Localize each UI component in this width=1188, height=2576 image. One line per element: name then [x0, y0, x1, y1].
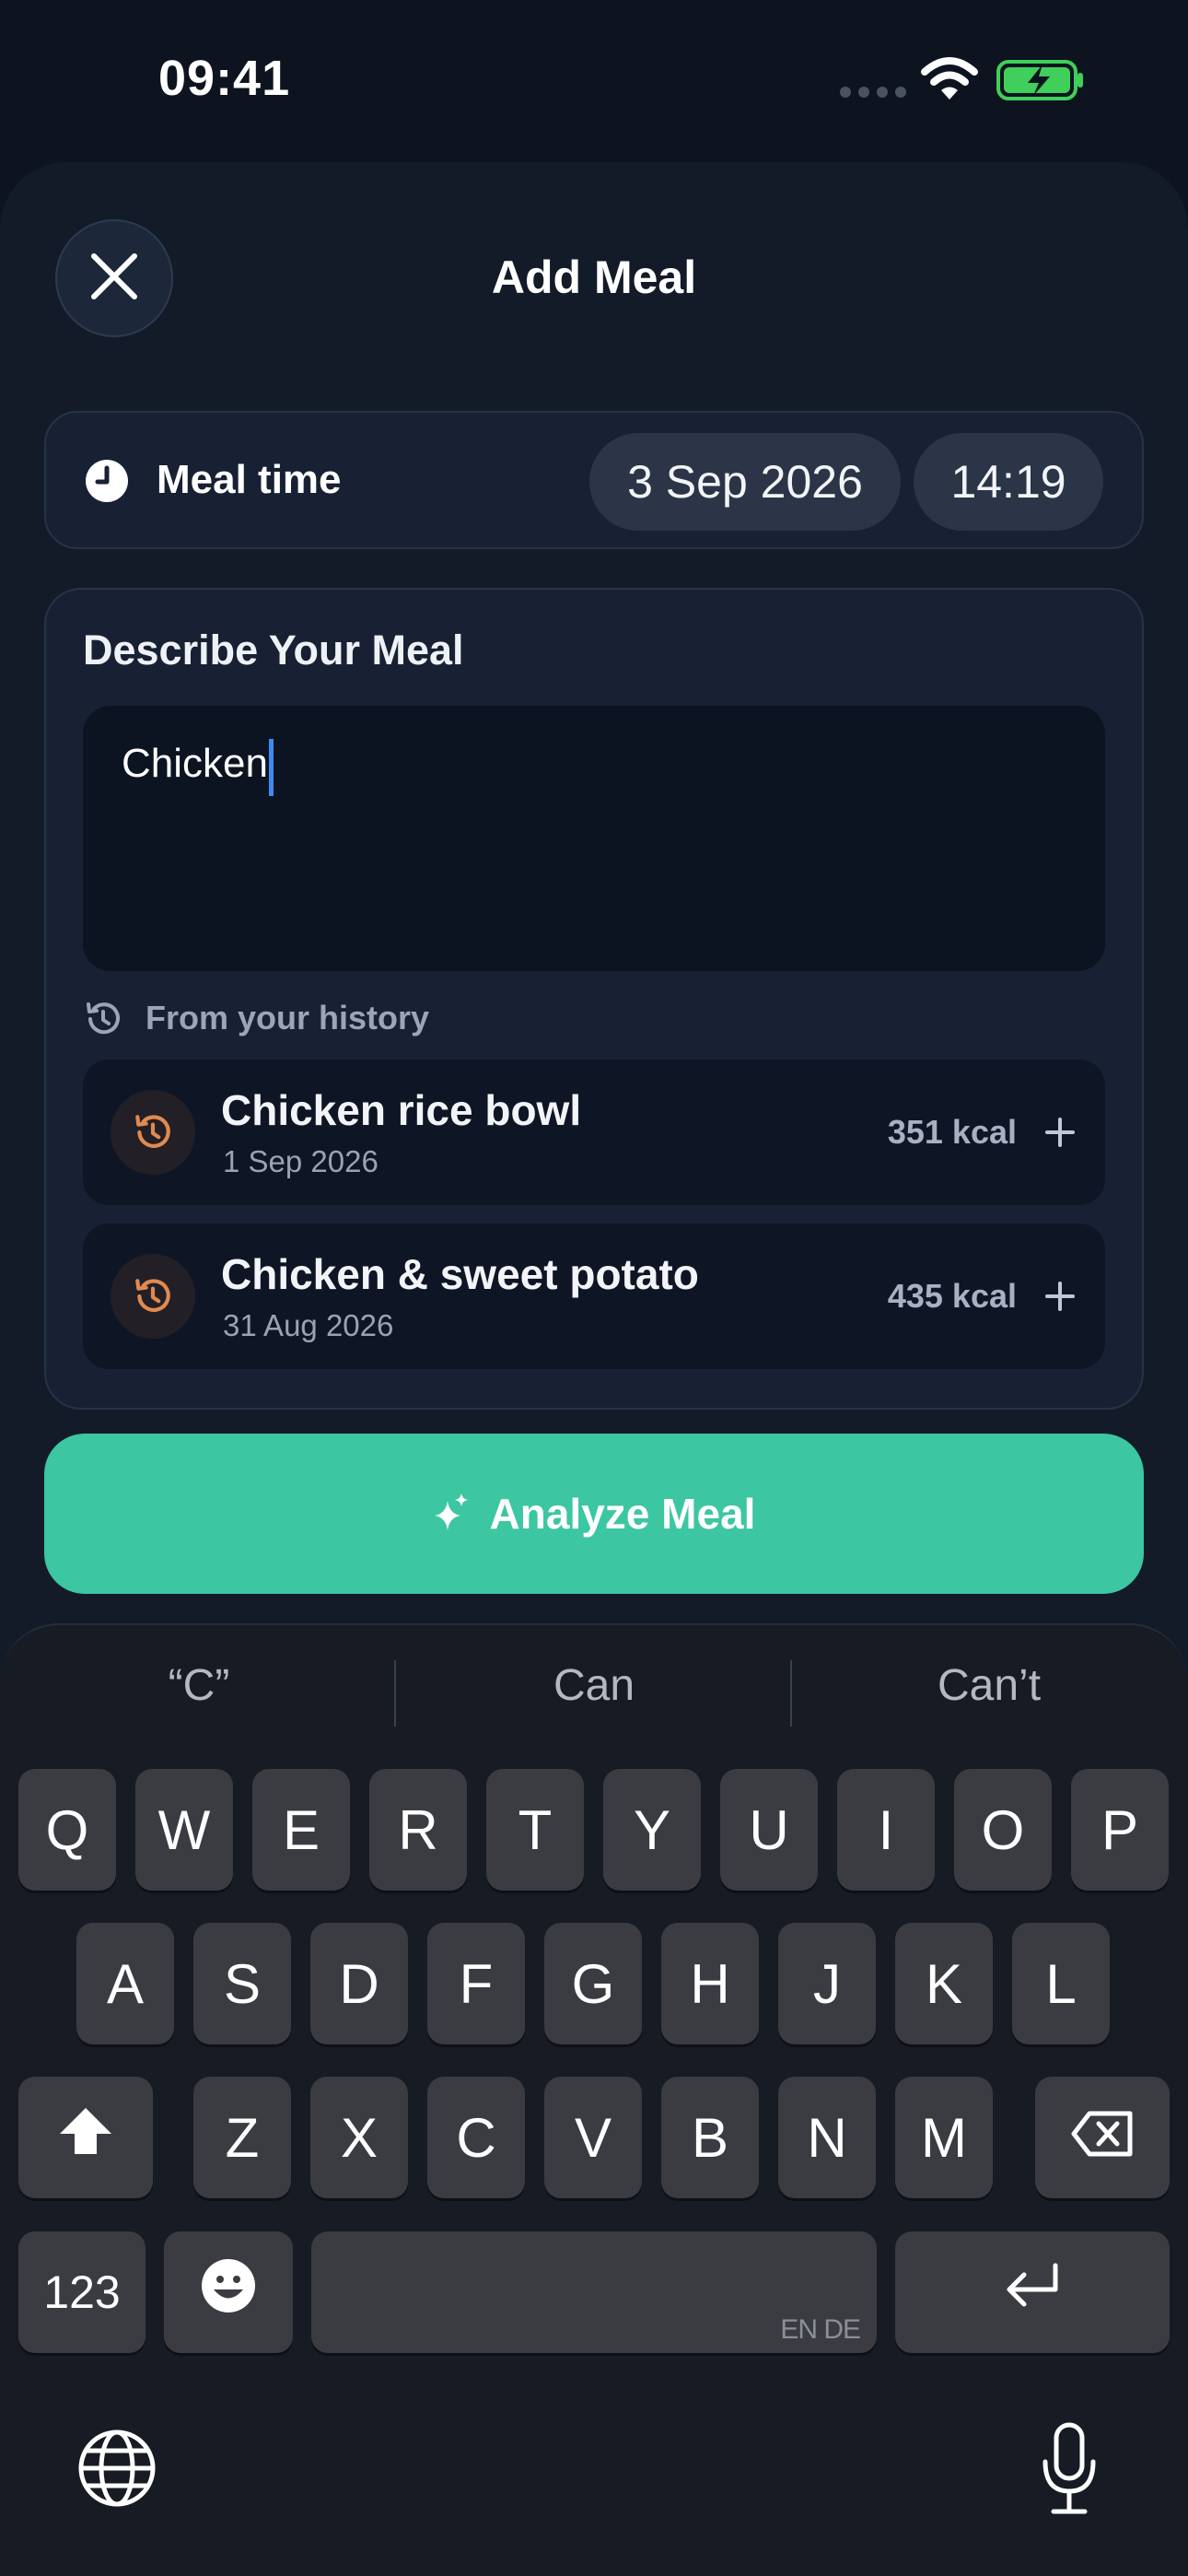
- space-key[interactable]: EN DE: [311, 2231, 877, 2353]
- plus-icon: [1044, 1118, 1076, 1152]
- dictation-key[interactable]: [1039, 2421, 1100, 2517]
- key-g[interactable]: G: [544, 1923, 642, 2044]
- key-w[interactable]: W: [135, 1769, 233, 1891]
- key-l[interactable]: L: [1012, 1923, 1110, 2044]
- analyze-meal-button[interactable]: Analyze Meal: [44, 1434, 1144, 1594]
- return-icon: [1002, 2261, 1063, 2324]
- plus-icon: [1044, 1282, 1076, 1316]
- history-icon: [111, 1254, 195, 1339]
- delete-key[interactable]: [1035, 2077, 1170, 2198]
- sparkle-icon: [433, 1492, 470, 1537]
- key-f[interactable]: F: [427, 1923, 525, 2044]
- return-key[interactable]: [895, 2231, 1170, 2353]
- clock-icon: [85, 459, 129, 503]
- key-q[interactable]: Q: [18, 1769, 116, 1891]
- analyze-meal-label: Analyze Meal: [489, 1490, 756, 1538]
- history-icon: [111, 1090, 195, 1175]
- time-picker-button[interactable]: 14:19: [914, 433, 1103, 531]
- key-m[interactable]: M: [895, 2077, 993, 2198]
- history-item[interactable]: Chicken & sweet potato 31 Aug 2026 435 k…: [83, 1224, 1105, 1369]
- key-y[interactable]: Y: [603, 1769, 701, 1891]
- shift-icon: [57, 2105, 114, 2170]
- keyboard-language-hint: EN DE: [780, 2314, 861, 2345]
- key-e[interactable]: E: [252, 1769, 350, 1891]
- key-k[interactable]: K: [895, 1923, 993, 2044]
- key-j[interactable]: J: [778, 1923, 876, 2044]
- history-item-name: Chicken & sweet potato: [221, 1250, 699, 1298]
- backspace-icon: [1071, 2106, 1134, 2170]
- status-time: 09:41: [158, 51, 291, 106]
- history-item-kcal: 435 kcal: [887, 1277, 1017, 1315]
- suggestion-divider: [394, 1660, 396, 1727]
- key-h[interactable]: H: [661, 1923, 759, 2044]
- wifi-icon: [921, 57, 978, 101]
- suggestion-divider: [790, 1660, 792, 1727]
- add-history-item-button[interactable]: [1044, 1281, 1076, 1312]
- emoji-icon: [200, 2257, 257, 2327]
- key-i[interactable]: I: [837, 1769, 935, 1891]
- history-item-date: 31 Aug 2026: [223, 1308, 394, 1342]
- describe-meal-title: Describe Your Meal: [83, 626, 464, 673]
- text-cursor: [269, 739, 274, 796]
- add-history-item-button[interactable]: [1044, 1117, 1076, 1148]
- page-title: Add Meal: [491, 252, 697, 303]
- numbers-key[interactable]: 123: [18, 2231, 146, 2353]
- key-a[interactable]: A: [76, 1923, 174, 2044]
- meal-time-label: Meal time: [157, 457, 342, 502]
- key-p[interactable]: P: [1071, 1769, 1169, 1891]
- suggestion-2[interactable]: Can: [410, 1660, 778, 1711]
- key-u[interactable]: U: [720, 1769, 818, 1891]
- history-label: From your history: [146, 999, 430, 1036]
- suggestion-1[interactable]: “C”: [15, 1660, 383, 1711]
- key-z[interactable]: Z: [193, 2077, 291, 2198]
- cellular-signal-icon: [840, 87, 906, 98]
- emoji-key[interactable]: [164, 2231, 293, 2353]
- history-icon: [83, 999, 123, 1039]
- history-item-name: Chicken rice bowl: [221, 1086, 582, 1134]
- globe-icon: [77, 2430, 157, 2512]
- date-picker-button[interactable]: 3 Sep 2026: [589, 433, 901, 531]
- key-x[interactable]: X: [310, 2077, 408, 2198]
- key-s[interactable]: S: [193, 1923, 291, 2044]
- history-item-kcal: 351 kcal: [887, 1113, 1017, 1151]
- key-r[interactable]: R: [369, 1769, 467, 1891]
- globe-key[interactable]: [77, 2429, 157, 2508]
- history-item[interactable]: Chicken rice bowl 1 Sep 2026 351 kcal: [83, 1060, 1105, 1205]
- key-c[interactable]: C: [427, 2077, 525, 2198]
- history-item-date: 1 Sep 2026: [223, 1144, 379, 1178]
- key-d[interactable]: D: [310, 1923, 408, 2044]
- key-n[interactable]: N: [778, 2077, 876, 2198]
- battery-charging-icon: [996, 59, 1085, 101]
- shift-key[interactable]: [18, 2077, 153, 2198]
- key-v[interactable]: V: [544, 2077, 642, 2198]
- key-o[interactable]: O: [954, 1769, 1052, 1891]
- meal-description-value: Chicken: [122, 741, 268, 786]
- suggestion-3[interactable]: Can’t: [805, 1660, 1173, 1711]
- key-b[interactable]: B: [661, 2077, 759, 2198]
- microphone-icon: [1039, 2422, 1100, 2521]
- key-t[interactable]: T: [486, 1769, 584, 1891]
